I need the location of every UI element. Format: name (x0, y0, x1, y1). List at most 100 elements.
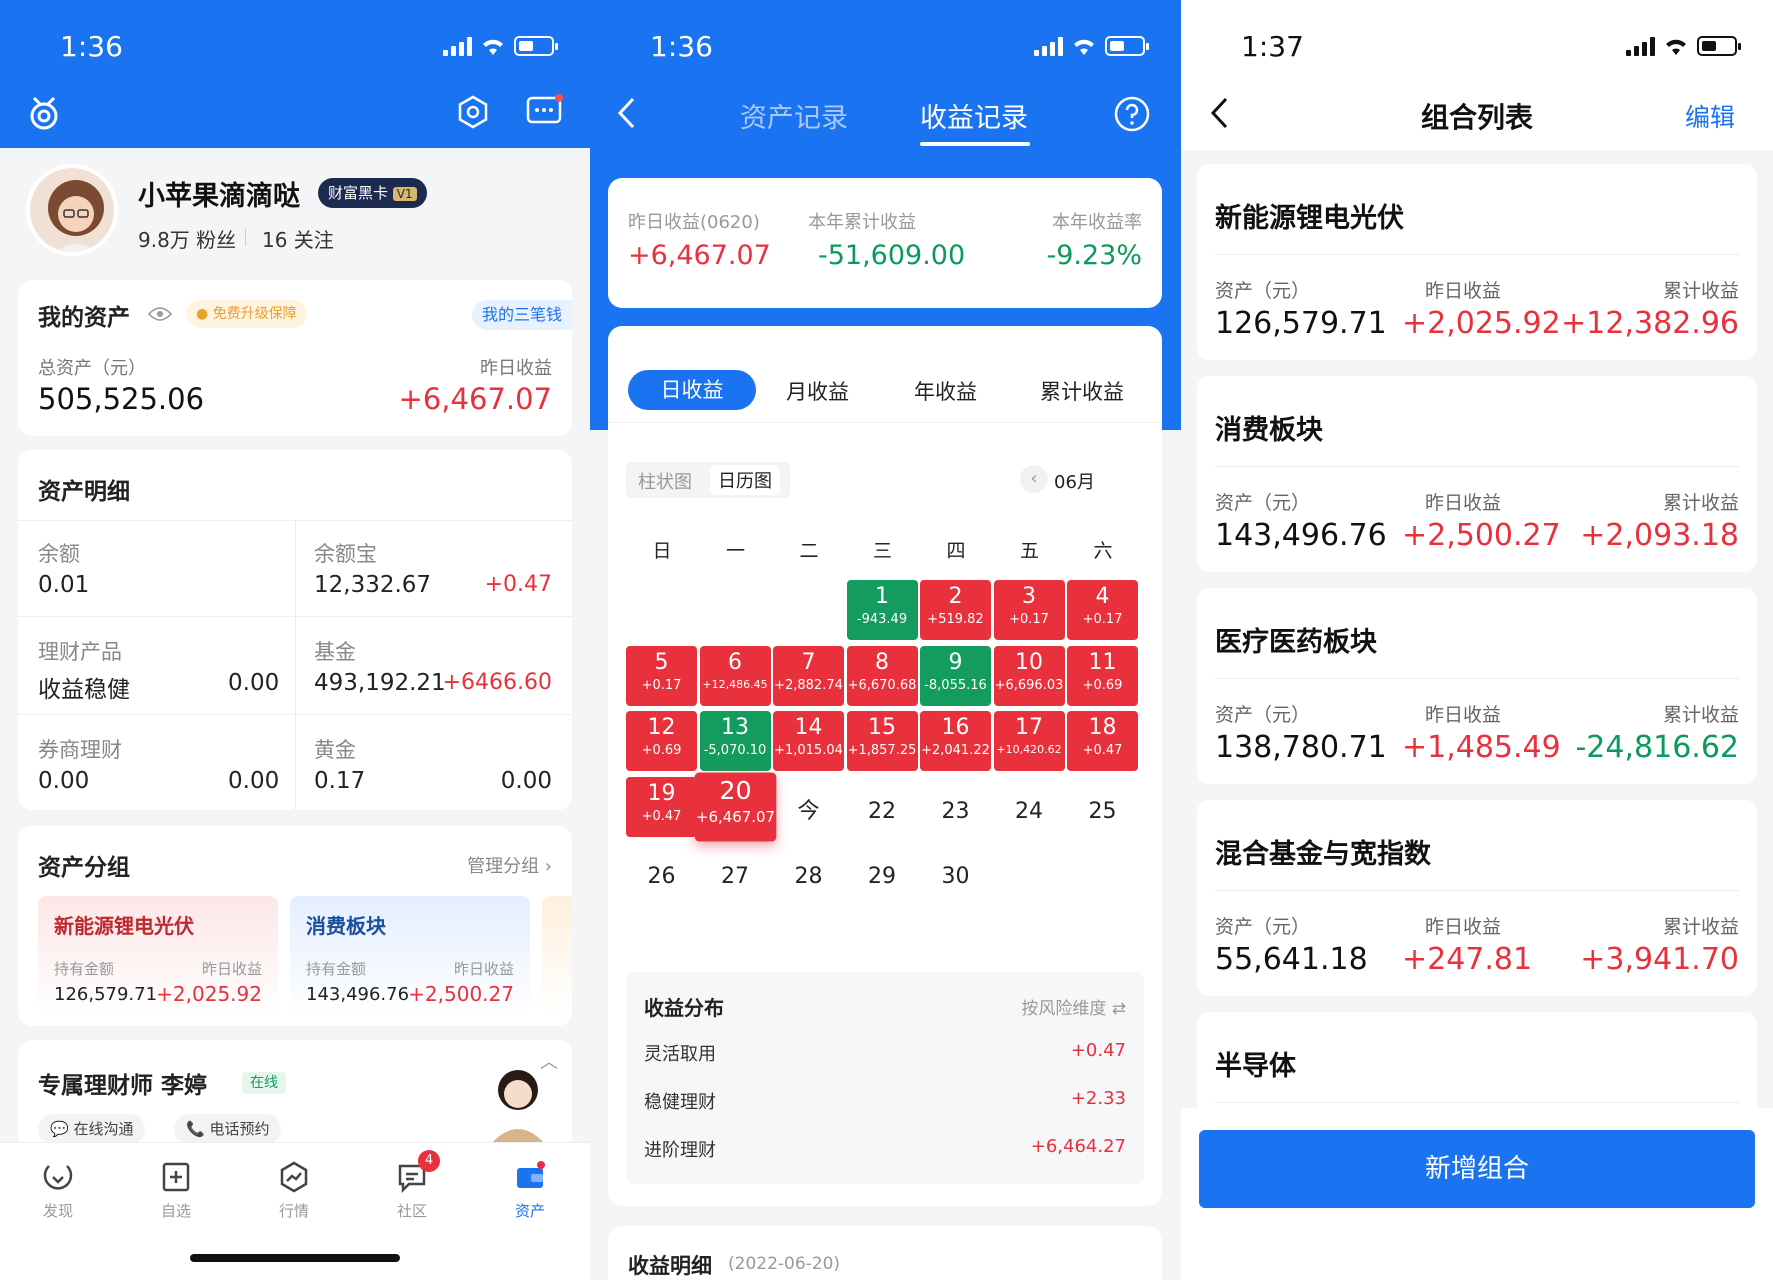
calendar-day[interactable]: 19 +0.47 (626, 776, 697, 837)
calendar-day[interactable]: 7 +2,882.74 (773, 645, 844, 706)
portfolio-card[interactable]: 新能源锂电光伏 资产（元） 昨日收益 累计收益 126,579.71 +2,025.92 +… (1197, 164, 1757, 360)
calendar-day[interactable]: 1 -943.49 (846, 580, 918, 640)
risk-dimension-toggle[interactable]: 按风险维度 ⇄ (1021, 994, 1126, 1019)
nav-community[interactable]: 社区 4 (372, 1150, 452, 1221)
collapse-icon[interactable]: ︿ (540, 1048, 558, 1074)
portfolio-name: 新能源锂电光伏 (1215, 203, 1404, 234)
following-count[interactable]: 16 关注 (262, 224, 334, 253)
portfolio-card[interactable]: 混合基金与宽指数 资产（元） 昨日收益 累计收益 55,641.18 +247.81 +3,… (1197, 800, 1757, 996)
calendar-day[interactable]: 27 (700, 842, 771, 902)
tab-asset-records[interactable]: 资产记录 (740, 96, 848, 135)
calendar-day[interactable]: 20 +6,467.07 (694, 772, 776, 841)
calendar-day[interactable]: 28 (773, 842, 844, 902)
status-time: 1:36 (650, 30, 713, 63)
nav-watchlist[interactable]: 自选 (136, 1160, 216, 1221)
portfolio-asset: 143,496.76 (1215, 518, 1387, 553)
group-card-new-energy[interactable]: 新能源锂电光伏 持有金额 昨日收益 126,579.71 +2,025.92 (38, 896, 278, 1014)
portfolio-card[interactable]: 医疗医药板块 资产（元） 昨日收益 累计收益 138,780.71 +1,485.49 -2… (1197, 588, 1757, 784)
vip-badge[interactable]: 财富黑卡 V1 (318, 178, 427, 208)
manage-groups-link[interactable]: 管理分组 › (467, 852, 552, 878)
calendar-day[interactable]: 25 (1067, 777, 1138, 837)
calendar-day[interactable]: 22 (847, 777, 918, 837)
my-assets-title: 我的资产 (38, 305, 130, 331)
calendar-day[interactable]: 26 (626, 842, 697, 902)
calendar-day[interactable]: 30 (920, 842, 991, 902)
earnings-distribution: 收益分布 按风险维度 ⇄ 灵活取用 +0.47 稳健理财 +2.33 进阶理财 … (626, 972, 1144, 1184)
calendar-day[interactable]: 15 +1,857.25 (846, 711, 918, 771)
portfolio-yesterday: +1,485.49 (1402, 730, 1561, 765)
asset-groups-card: 资产分组 管理分组 › 新能源锂电光伏 持有金额 昨日收益 126,579.71… (18, 826, 572, 1026)
status-bar: 1:36 (590, 0, 1181, 92)
tab-earnings-records[interactable]: 收益记录 (920, 96, 1028, 135)
asset-detail-card: 资产明细 余额 0.01 余额宝 12,332.67 +0.47 理财产品 收益… (18, 450, 572, 810)
portfolio-card[interactable]: 消费板块 资产（元） 昨日收益 累计收益 143,496.76 +2,500.27 +2,0… (1197, 376, 1757, 572)
calendar-day[interactable]: 18 +0.47 (1067, 711, 1138, 771)
view-calendar[interactable]: 日历图 (710, 465, 780, 495)
ytd-earnings: -51,609.00 (818, 240, 966, 271)
wifi-icon (1666, 39, 1686, 55)
signal-icon (1034, 36, 1063, 56)
calendar-day[interactable]: 12 +0.69 (626, 711, 697, 771)
help-icon[interactable] (1114, 96, 1150, 132)
tab-yearly[interactable]: 年收益 (914, 376, 977, 406)
calendar-day[interactable]: 14 +1,015.04 (773, 711, 844, 771)
calendar-day[interactable]: 8 +6,670.68 (846, 645, 918, 706)
tab-daily[interactable]: 日收益 (628, 370, 756, 410)
calendar-day[interactable]: 3 +0.17 (993, 580, 1065, 640)
calendar-day[interactable]: 10 +6,696.03 (993, 645, 1065, 706)
tab-cumulative[interactable]: 累计收益 (1040, 376, 1124, 406)
prev-month-button[interactable]: ‹ (1020, 465, 1048, 493)
day-earnings: -943.49 (856, 612, 908, 627)
advisor-card[interactable]: 专属理财师 李婷 在线 💬 在线沟通 📞 电话预约 ︿ (18, 1040, 572, 1150)
eye-icon[interactable] (148, 306, 172, 322)
chat-button[interactable]: 💬 在线沟通 (38, 1114, 146, 1144)
calendar-day[interactable]: 11 +0.69 (1067, 645, 1138, 706)
phone-button[interactable]: 📞 电话预约 (174, 1114, 282, 1144)
earnings-calendar-card: 日收益 月收益 年收益 累计收益 柱状图 日历图 ‹ 06月 日 一 二 三 四 五 六 1… (608, 326, 1162, 1206)
day-number: 2 (948, 584, 963, 609)
back-icon[interactable] (616, 96, 636, 130)
status-time: 1:37 (1241, 30, 1304, 63)
tab-monthly[interactable]: 月收益 (786, 376, 849, 406)
day-earnings: +6,696.03 (994, 677, 1064, 693)
followers-count[interactable]: 9.8万 粉丝 (138, 224, 236, 253)
calendar-day[interactable]: 23 (920, 777, 991, 837)
calendar-day[interactable]: 13 -5,070.10 (699, 711, 771, 771)
calendar-day[interactable]: 17 +10,420.62 (993, 711, 1065, 771)
day-number: 22 (868, 798, 896, 824)
day-earnings: +0.47 (1082, 743, 1123, 758)
calendar-day[interactable]: 今 (773, 777, 844, 837)
username: 小苹果滴滴哒 (138, 181, 300, 212)
message-icon[interactable] (526, 94, 564, 130)
group-card-consumer[interactable]: 消费板块 持有金额 昨日收益 143,496.76 +2,500.27 (290, 896, 530, 1014)
avatar[interactable] (26, 164, 118, 256)
group-card-partial[interactable] (542, 896, 572, 1014)
earnings-screen: 1:36 资产记录 收益记录 昨日收益(0620) 本年累计收益 本年收益率 +… (590, 0, 1181, 1280)
nav-discover[interactable]: 发现 (18, 1160, 98, 1221)
calendar-day[interactable]: 9 -8,055.16 (920, 645, 991, 706)
nav-market[interactable]: 行情 (254, 1160, 334, 1221)
view-bar-chart[interactable]: 柱状图 (638, 468, 692, 494)
logo-icon[interactable] (28, 94, 60, 132)
upgrade-badge[interactable]: ● 免费升级保障 (186, 300, 307, 328)
three-money-link[interactable]: 我的三笔钱 (471, 300, 572, 330)
discover-icon (43, 1165, 73, 1190)
calendar-day[interactable]: 16 +2,041.22 (920, 711, 991, 771)
day-number: 23 (941, 798, 970, 824)
calendar-day[interactable]: 4 +0.17 (1067, 580, 1138, 640)
nav-assets[interactable]: 资产 (490, 1160, 570, 1221)
calendar-day[interactable]: 24 (994, 777, 1065, 837)
calendar-day[interactable]: 5 +0.17 (626, 645, 697, 706)
calendar-day[interactable]: 6 +12,486.45 (699, 645, 771, 706)
day-number: 19 (647, 780, 676, 806)
back-icon[interactable] (1209, 96, 1229, 130)
my-assets-card[interactable]: 我的资产 ● 免费升级保障 我的三笔钱 总资产（元） 昨日收益 505,525.… (18, 280, 572, 436)
settings-icon[interactable] (456, 95, 490, 129)
calendar-day[interactable]: 29 (847, 842, 918, 902)
add-portfolio-button[interactable]: 新增组合 (1199, 1130, 1755, 1208)
calendar-day[interactable]: 2 +519.82 (920, 580, 991, 640)
edit-button[interactable]: 编辑 (1685, 98, 1735, 134)
signal-icon (1626, 36, 1655, 56)
advisor-title: 专属理财师 李婷 (38, 1073, 208, 1099)
day-number: 13 (721, 715, 749, 740)
